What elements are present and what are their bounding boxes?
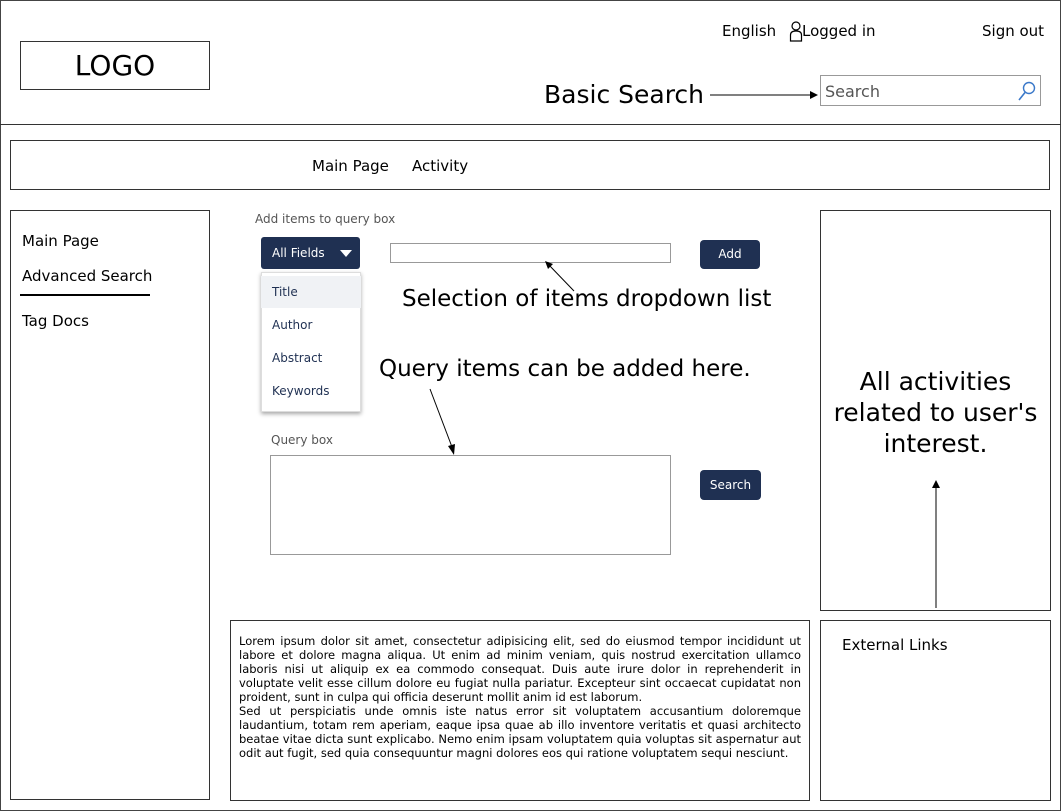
query-box[interactable] bbox=[270, 455, 671, 555]
dropdown-option-keywords[interactable]: Keywords bbox=[261, 375, 361, 407]
add-items-label: Add items to query box bbox=[255, 212, 396, 226]
dropdown-option-title[interactable]: Title bbox=[261, 276, 361, 308]
add-button[interactable]: Add bbox=[700, 240, 760, 269]
sidebar-item-tag-docs[interactable]: Tag Docs bbox=[22, 312, 89, 330]
dropdown-option-abstract[interactable]: Abstract bbox=[261, 342, 361, 374]
sign-out-link[interactable]: Sign out bbox=[982, 22, 1044, 40]
field-dropdown-label: All Fields bbox=[272, 246, 325, 260]
activities-text: All activities related to user's interes… bbox=[833, 367, 1038, 458]
content-paragraph: Lorem ipsum dolor sit amet, consectetur … bbox=[239, 634, 801, 704]
nav-item-activity[interactable]: Activity bbox=[412, 157, 468, 175]
language-selector[interactable]: English bbox=[722, 22, 776, 40]
chevron-down-icon bbox=[340, 250, 352, 257]
nav-item-main-page[interactable]: Main Page bbox=[312, 157, 389, 175]
external-links-title[interactable]: External Links bbox=[842, 636, 948, 654]
logo: LOGO bbox=[74, 49, 156, 82]
selection-annotation: Selection of items dropdown list bbox=[402, 286, 772, 312]
search-button[interactable]: Search bbox=[700, 470, 761, 500]
annotation-arrow-up-icon bbox=[932, 480, 940, 608]
annotation-arrow-icon bbox=[429, 388, 455, 455]
sidebar bbox=[10, 210, 210, 800]
annotation-arrow-icon bbox=[545, 261, 575, 292]
logged-in-status[interactable]: Logged in bbox=[802, 22, 876, 40]
content-paragraph: Sed ut perspiciatis unde omnis iste natu… bbox=[239, 704, 801, 760]
content-text: Lorem ipsum dolor sit amet, consectetur … bbox=[239, 634, 801, 760]
dropdown-option-author[interactable]: Author bbox=[261, 309, 361, 341]
active-item-underline bbox=[20, 294, 150, 296]
user-icon bbox=[789, 21, 803, 42]
query-annotation: Query items can be added here. bbox=[379, 356, 751, 382]
search-icon[interactable] bbox=[1017, 80, 1037, 102]
sidebar-item-advanced-search[interactable]: Advanced Search bbox=[22, 267, 152, 285]
annotation-arrow-right-icon bbox=[710, 91, 818, 99]
sidebar-item-main-page[interactable]: Main Page bbox=[22, 232, 99, 250]
search-input[interactable] bbox=[825, 80, 1010, 102]
query-item-input[interactable] bbox=[390, 243, 671, 263]
header-divider bbox=[0, 124, 1061, 125]
query-box-label: Query box bbox=[271, 433, 333, 447]
nav-bar bbox=[10, 140, 1050, 190]
basic-search-annotation: Basic Search bbox=[544, 80, 705, 109]
